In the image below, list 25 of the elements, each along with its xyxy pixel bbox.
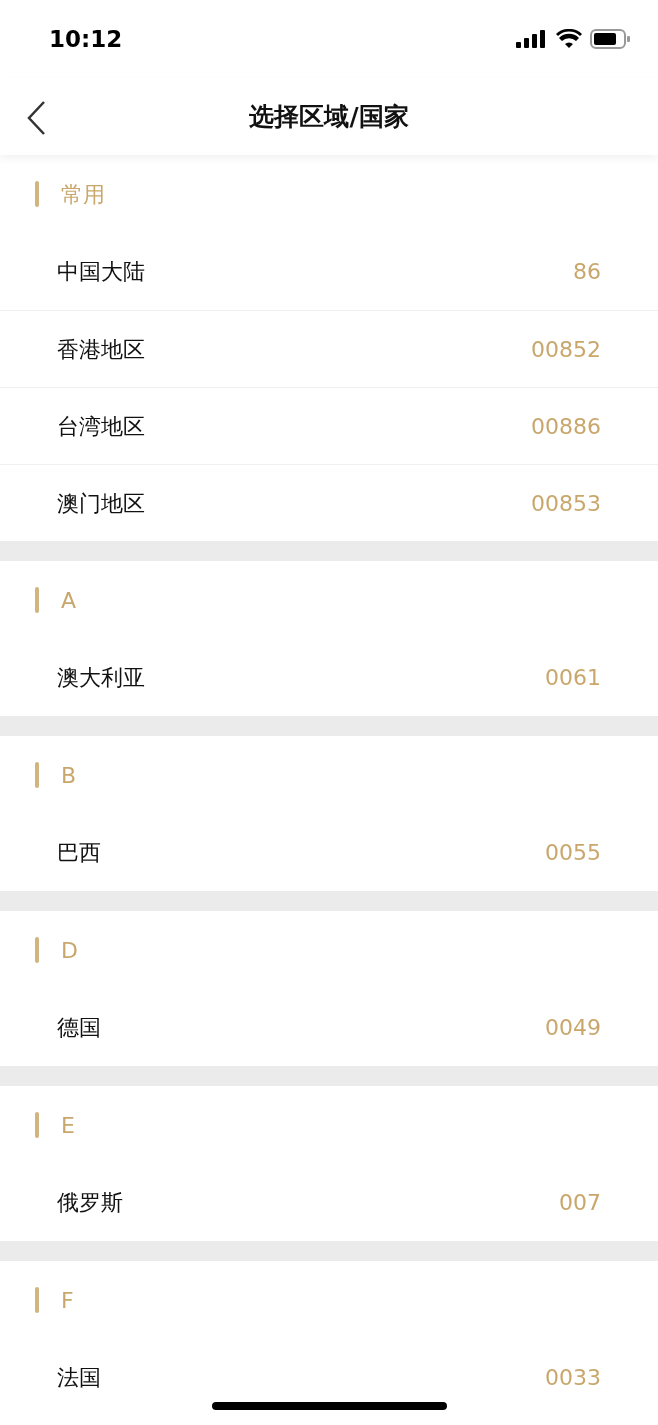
page-title: 选择区域/国家 [249,100,409,133]
country-row[interactable]: 台湾地区 00886 [0,387,658,464]
battery-icon [590,29,630,49]
country-row[interactable]: 中国大陆 86 [0,233,658,310]
section-marker [35,181,39,207]
section-title: E [61,1111,75,1140]
country-row[interactable]: 澳大利亚 0061 [0,639,658,716]
section-marker [35,937,39,963]
section-title: A [61,586,77,615]
section-marker [35,762,39,788]
country-row[interactable]: 法国 0033 [0,1339,658,1416]
section-marker [35,1112,39,1138]
wifi-icon [556,29,582,49]
country-row[interactable]: 俄罗斯 007 [0,1164,658,1241]
section-marker [35,587,39,613]
country-row[interactable]: 巴西 0055 [0,814,658,891]
signal-icon [516,30,548,48]
section-title: F [61,1286,74,1315]
country-row[interactable]: 香港地区 00852 [0,310,658,387]
section-title: B [61,761,77,790]
status-time: 10:12 [49,24,123,54]
section-title: D [61,936,78,965]
country-row[interactable]: 德国 0049 [0,989,658,1066]
section-marker [35,1287,39,1313]
section-title: 常用 [61,180,105,209]
